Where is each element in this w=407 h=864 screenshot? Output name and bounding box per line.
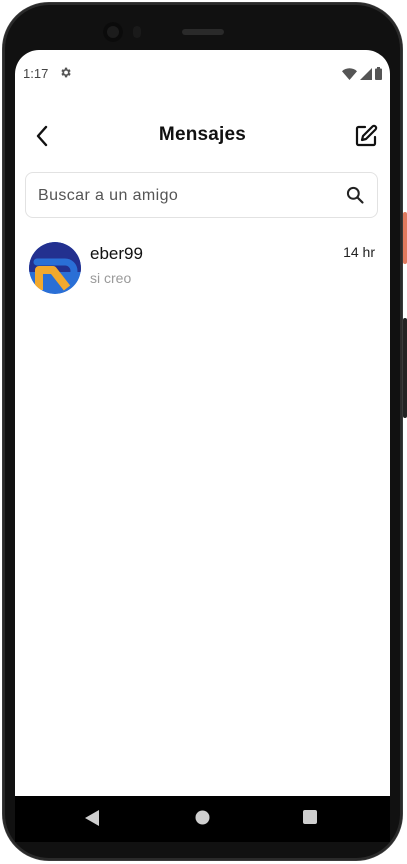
- battery-icon: [375, 67, 382, 80]
- screen: 1:17 Mensajes Buscar a un amigo eber99 s…: [15, 50, 390, 796]
- status-bar: 1:17: [15, 50, 390, 96]
- chat-preview: si creo: [90, 270, 132, 286]
- chat-time: 14 hr: [343, 244, 375, 260]
- signal-icon: [360, 67, 372, 80]
- status-time: 1:17: [23, 66, 49, 81]
- wifi-icon: [342, 67, 357, 80]
- avatar: [29, 242, 81, 294]
- phone-device: 1:17 Mensajes Buscar a un amigo eber99 s…: [0, 0, 407, 864]
- app-bar: Mensajes: [15, 108, 390, 164]
- back-triangle-icon[interactable]: [85, 810, 99, 826]
- search-icon[interactable]: [345, 185, 365, 205]
- settings-gear-icon: [61, 67, 71, 78]
- compose-button[interactable]: [352, 122, 380, 150]
- home-circle-icon[interactable]: [195, 810, 210, 825]
- status-icons: [342, 67, 382, 80]
- proximity-sensor: [133, 26, 141, 38]
- search-box: [25, 172, 378, 219]
- page-title: Mensajes: [158, 124, 247, 145]
- search-input[interactable]: [36, 173, 340, 219]
- edit-square-icon: [355, 124, 378, 147]
- recents-square-icon[interactable]: [303, 810, 317, 824]
- front-camera: [103, 22, 123, 42]
- power-button: [403, 212, 407, 264]
- chat-list-item[interactable]: eber99 si creo 14 hr: [15, 236, 390, 302]
- chat-name: eber99: [90, 244, 143, 263]
- system-nav-bar: [15, 796, 390, 842]
- earpiece-speaker: [182, 29, 224, 35]
- logo-avatar-icon: [29, 242, 81, 294]
- volume-button: [403, 318, 407, 418]
